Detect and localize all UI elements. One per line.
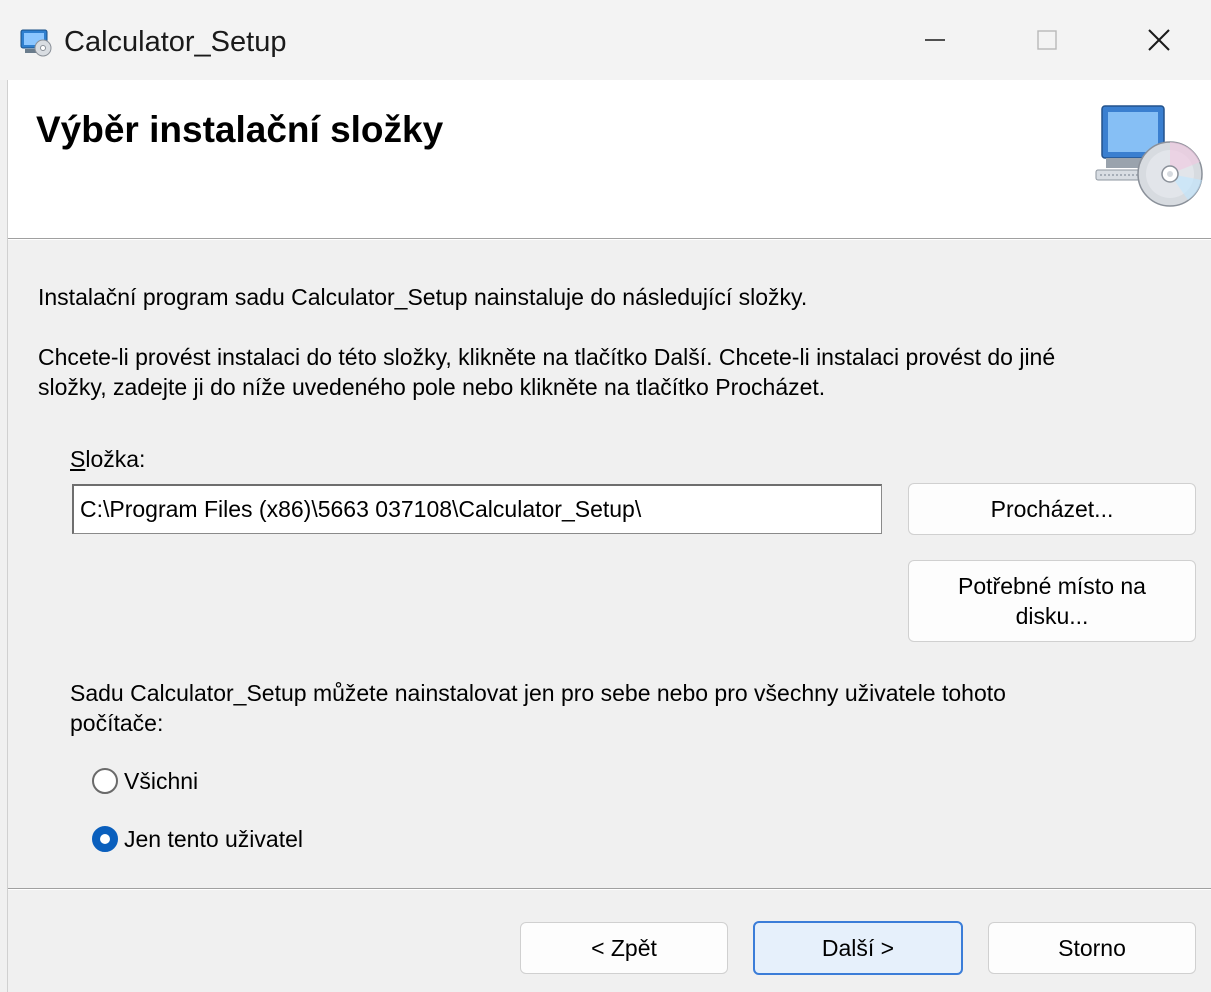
disk-space-button-line-2: disku...: [1015, 603, 1089, 629]
disk-space-button[interactable]: Potřebné místo na disku...: [908, 560, 1196, 642]
radio-all-users-label[interactable]: Všichni: [124, 766, 198, 796]
window-left-border: [0, 80, 8, 992]
footer-divider: [8, 888, 1211, 890]
back-button[interactable]: < Zpět: [520, 922, 728, 974]
computer-cd-icon: [1092, 100, 1204, 210]
folder-label-accesskey: S: [70, 446, 86, 472]
maximize-button[interactable]: [1014, 16, 1080, 68]
disk-space-button-line-1: Potřebné místo na: [958, 573, 1146, 599]
maximize-icon: [1035, 28, 1059, 57]
folder-label: Složka:: [70, 444, 145, 474]
minimize-icon: [923, 28, 947, 57]
radio-all-users[interactable]: [92, 768, 118, 794]
instructions-line-1: Chcete-li provést instalaci do této slož…: [38, 344, 1056, 370]
close-icon: [1146, 27, 1172, 58]
intro-text: Instalační program sadu Calculator_Setup…: [38, 284, 808, 310]
cancel-button[interactable]: Storno: [988, 922, 1196, 974]
radio-only-me-label[interactable]: Jen tento uživatel: [124, 824, 303, 854]
browse-button[interactable]: Procházet...: [908, 483, 1196, 535]
scope-text-line-1: Sadu Calculator_Setup můžete nainstalova…: [70, 680, 1006, 706]
dialog-header: [8, 80, 1211, 238]
minimize-button[interactable]: [902, 16, 968, 68]
folder-label-rest: ložka:: [85, 446, 146, 472]
installer-app-icon: [20, 28, 52, 58]
next-button[interactable]: Další >: [753, 921, 963, 975]
page-title: Výběr instalační složky: [36, 109, 444, 150]
header-divider: [8, 238, 1211, 240]
close-button[interactable]: [1126, 16, 1192, 68]
window-title: Calculator_Setup: [64, 26, 287, 58]
folder-path-input[interactable]: [72, 484, 882, 534]
radio-only-me[interactable]: [92, 826, 118, 852]
scope-text-line-2: počítače:: [70, 710, 164, 736]
instructions-line-2: složky, zadejte ji do níže uvedeného pol…: [38, 374, 826, 400]
